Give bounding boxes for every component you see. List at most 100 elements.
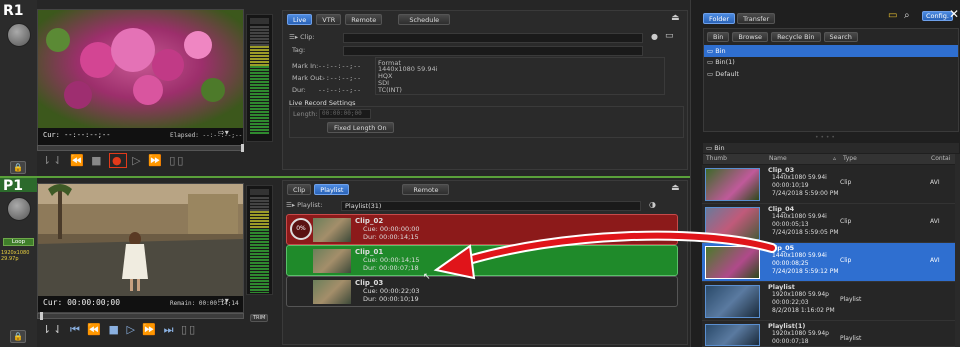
output-select-icon[interactable]: ⇨▾	[218, 128, 229, 137]
clip-dur: Dur: 00:00:10;19	[363, 295, 419, 303]
p1-mark-icon[interactable]: ⇂⇃	[42, 323, 64, 336]
tab-folder[interactable]: Folder	[703, 13, 736, 24]
bin-item-name: Playlist	[768, 283, 795, 291]
length-field[interactable]: 00:00:00;00	[319, 109, 371, 119]
remote-button[interactable]: Remote	[402, 184, 450, 195]
bin-item-container: AVI	[930, 218, 940, 225]
bin-item-container: AVI	[930, 179, 940, 186]
play-icon[interactable]: ▷	[132, 154, 142, 167]
bin-item-name: Playlist(1)	[768, 322, 806, 330]
clip-dur: Dur: 00:00:14;15	[363, 233, 419, 241]
col-name[interactable]: Name	[769, 154, 787, 164]
record-icon[interactable]: ●	[109, 153, 127, 168]
bin-row-clip-05[interactable]: Clip_05 1440x1080 59.94i 00:00:08;25 7/2…	[702, 243, 960, 282]
bin-item-type: Playlist	[840, 296, 862, 303]
loop-button[interactable]: Loop	[3, 238, 34, 246]
col-type[interactable]: Type	[843, 154, 857, 164]
clip-name-field[interactable]	[343, 33, 643, 43]
bin-item-date: 7/24/2018 5:59:05 PM	[772, 229, 839, 236]
tab-transfer[interactable]: Transfer	[737, 13, 776, 24]
mark-in-value: --:--:--;--	[318, 62, 362, 70]
search-icon[interactable]: ⌕	[904, 10, 910, 21]
progress-ring: 0%	[290, 218, 312, 240]
p1-monitor-frame: Cur: 00:00:00;00 Remain: 00:00:14;14 ⇨▾	[37, 183, 244, 313]
bin-sub-tabs: Bin Browse Recycle Bin Search	[707, 32, 858, 42]
mark-out-value: --:--:--;--	[318, 74, 362, 82]
r1-monitor-frame: Cur: --:--:--;-- Elapsed: --:--:--;-- ⇨▾	[37, 9, 244, 146]
bin-row-playlist[interactable]: Playlist 1920x1080 59.94p 00:00:22;03 8/…	[702, 282, 960, 321]
playlist-item-clip-03[interactable]: Clip_03 Cue: 00:00:22;03 Dur: 00:00:10;1…	[286, 276, 678, 307]
r1-control-panel: Live VTR Remote Schedule ⏏ ☰▸ Clip: ● ▭ …	[282, 10, 688, 170]
bin-item-format: 1440x1080 59.94i	[772, 174, 827, 181]
tab-recycle-bin[interactable]: Recycle Bin	[771, 32, 821, 42]
r1-record-knob[interactable]	[7, 23, 31, 47]
playlist-item-clip-02[interactable]: 0% Clip_02 Cue: 00:00:00;00 Dur: 00:00:1…	[286, 214, 678, 245]
clip-thumbnail	[313, 218, 351, 242]
p1-play-knob[interactable]	[7, 197, 31, 221]
p1-go-start-icon[interactable]: ⏮	[70, 323, 82, 336]
p1-cue-icon[interactable]: ▯▯	[181, 323, 197, 336]
p1-output-select-icon[interactable]: ⇨▾	[218, 296, 229, 305]
trim-button[interactable]: TRIM	[250, 314, 269, 322]
p1-fast-forward-icon[interactable]: ⏩	[142, 323, 158, 336]
bin-item-duration: 00:00:05;13	[772, 221, 809, 228]
p1-position-slider[interactable]	[37, 312, 244, 320]
bin-item-format: 1440x1080 59.94i	[772, 213, 827, 220]
cue-icon[interactable]: ▯▯	[169, 154, 185, 167]
p1-label: P1	[3, 178, 24, 194]
p1-stop-icon[interactable]: ■	[109, 323, 121, 336]
col-container[interactable]: Contai	[931, 154, 950, 164]
playlist-settings-icon[interactable]: ◑	[649, 200, 656, 209]
p1-go-end-icon[interactable]: ⏭	[164, 323, 176, 336]
bin-scrollbar[interactable]	[955, 154, 960, 347]
bin-row-clip-03[interactable]: Clip_03 1440x1080 59.94i 00:00:10;19 7/2…	[702, 165, 960, 204]
stop-icon[interactable]: ■	[91, 154, 103, 167]
p1-rewind-icon[interactable]: ⏪	[87, 323, 103, 336]
col-thumb[interactable]: Thumb	[706, 154, 727, 164]
dur-value: --:--:--;--	[318, 86, 362, 94]
close-icon[interactable]: ✕	[949, 7, 959, 21]
bin-item-container: AVI	[930, 257, 940, 264]
eject-icon[interactable]: ⏏	[671, 13, 680, 23]
tab-remote[interactable]: Remote	[345, 14, 383, 25]
bin-row-playlist-1[interactable]: Playlist(1) 1920x1080 59.94p 00:00:07;18…	[702, 321, 960, 347]
tab-live[interactable]: Live	[287, 14, 313, 25]
new-folder-icon[interactable]: ▭	[888, 10, 897, 21]
p1-lock-icon[interactable]: 🔒	[10, 330, 26, 343]
bin-item-duration: 00:00:22;03	[772, 299, 809, 306]
fixed-length-button[interactable]: Fixed Length On	[327, 122, 394, 133]
tab-playlist[interactable]: Playlist	[314, 184, 350, 195]
folder-item-bin-1[interactable]: ▭ Bin(1)	[707, 58, 735, 66]
tab-browse[interactable]: Browse	[732, 32, 769, 42]
folder-item-bin[interactable]: ▭ Bin	[704, 45, 958, 57]
drag-cursor-icon: ↖	[423, 272, 431, 282]
rewind-icon[interactable]: ⏪	[70, 154, 86, 167]
lock-icon[interactable]: 🔒	[10, 161, 26, 174]
playlist-label: ☰▸ Playlist:	[286, 201, 323, 209]
tab-vtr[interactable]: VTR	[316, 14, 342, 25]
mark-in-out-icon[interactable]: ⇂⇃	[42, 154, 64, 167]
tab-bin[interactable]: Bin	[707, 32, 730, 42]
splitter-handle[interactable]: • • • •	[815, 134, 835, 141]
clip-thumbnail	[313, 280, 351, 304]
tag-field[interactable]	[343, 46, 643, 56]
schedule-button[interactable]: Schedule	[398, 14, 451, 25]
folder-icon[interactable]: ▭	[665, 31, 674, 41]
fast-forward-icon[interactable]: ⏩	[148, 154, 164, 167]
bin-item-name: Clip_05	[768, 244, 795, 252]
clip-thumbnail	[313, 249, 351, 273]
p1-play-icon[interactable]: ▷	[126, 323, 136, 336]
format-tc: TC(INT)	[378, 86, 402, 94]
tab-search[interactable]: Search	[823, 32, 858, 42]
folder-item-default[interactable]: ▭ Default	[707, 70, 739, 78]
playlist-name-field[interactable]: Playlist(31)	[341, 201, 641, 211]
p1-eject-icon[interactable]: ⏏	[671, 183, 680, 193]
tab-clip[interactable]: Clip	[287, 184, 312, 195]
clip-icon[interactable]: ●	[651, 32, 658, 41]
playlist-item-clip-01[interactable]: Clip_01 Cue: 00:00:14;15 Dur: 00:00:07;1…	[286, 245, 678, 276]
folder-tree-panel	[703, 28, 959, 132]
clip-cue: Cue: 00:00:22;03	[363, 287, 420, 295]
p1-audio-meter	[246, 185, 273, 295]
r1-position-slider[interactable]	[37, 144, 244, 152]
bin-row-clip-04[interactable]: Clip_04 1440x1080 59.94i 00:00:05;13 7/2…	[702, 204, 960, 243]
